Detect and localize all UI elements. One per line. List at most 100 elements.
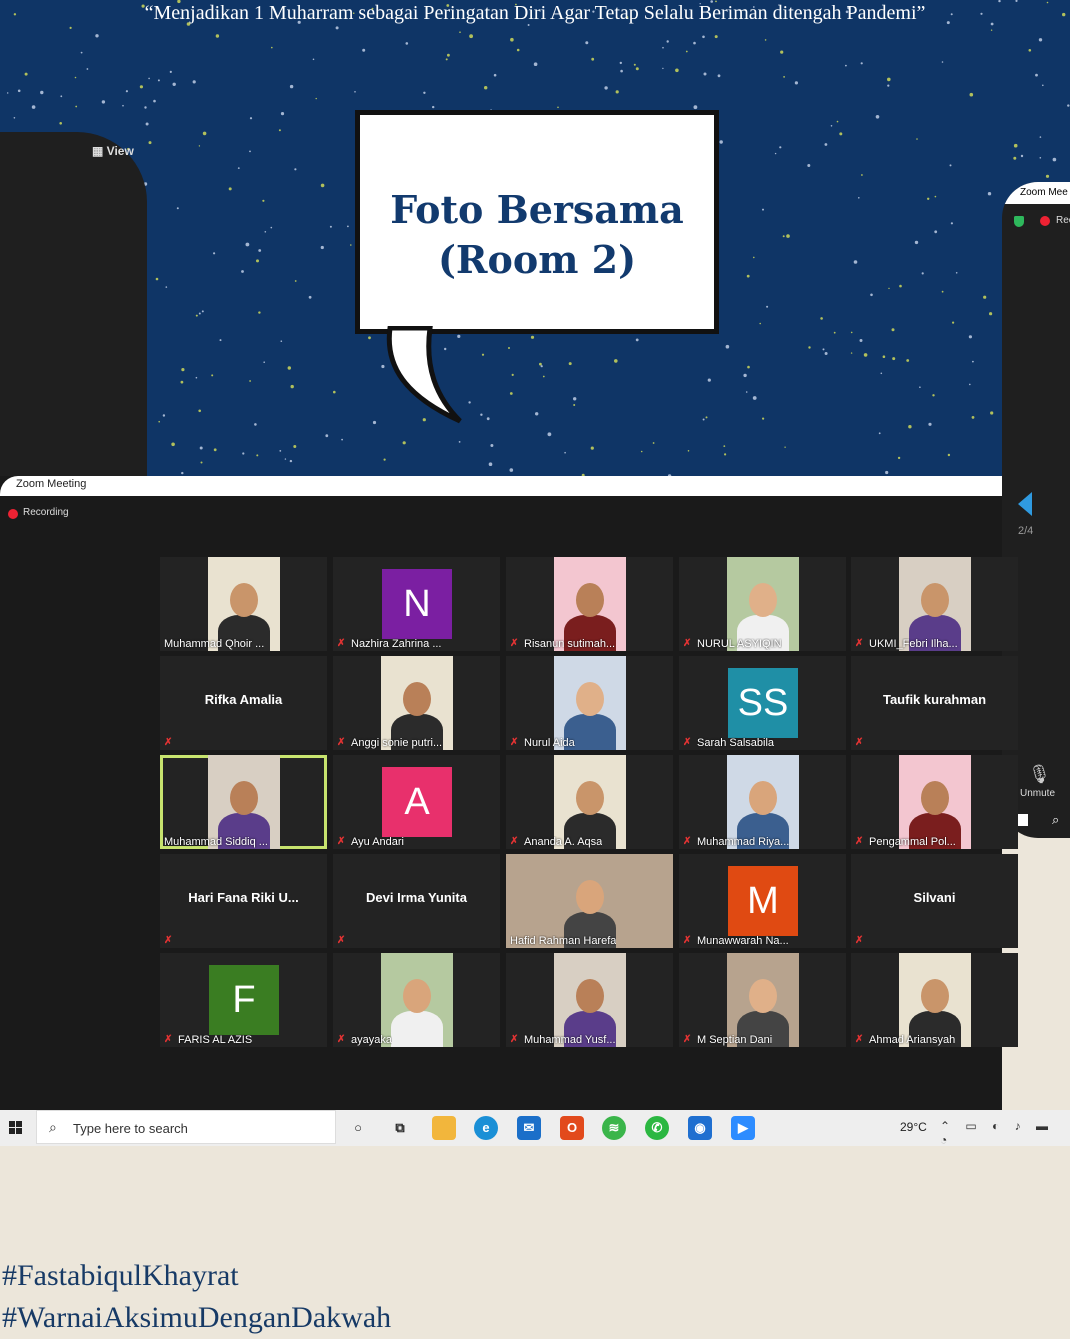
- participant-name: Hafid Rahman Harefa: [510, 935, 617, 947]
- view-button[interactable]: ▦ View: [92, 144, 134, 158]
- participant-head: [748, 781, 777, 815]
- participant-video: [553, 557, 626, 651]
- participant-display-name: Hari Fana Riki U...: [188, 890, 299, 905]
- participant-tile[interactable]: ✗ Nurul Aida: [506, 656, 673, 750]
- unmute-button[interactable]: Unmute: [1020, 788, 1055, 799]
- mic-muted-icon: ✗: [164, 935, 173, 946]
- participant-name: Anggi sonie putri...: [351, 737, 443, 749]
- start-button[interactable]: [9, 1121, 23, 1135]
- mic-muted-icon: ✗: [855, 935, 864, 946]
- search-placeholder: Type here to search: [73, 1121, 188, 1136]
- participant-tile[interactable]: ✗ Muhammad Yusf...: [506, 953, 673, 1047]
- participant-head: [575, 979, 604, 1013]
- participant-tile[interactable]: N ✗ Nazhira Zahrina ...: [333, 557, 500, 651]
- search-icon[interactable]: ⌕: [1052, 812, 1059, 828]
- previous-page-arrow-icon[interactable]: [1018, 492, 1032, 516]
- participant-video: [207, 557, 280, 651]
- mic-muted-icon: ✗: [855, 638, 864, 649]
- participant-avatar-letter: F: [209, 965, 279, 1035]
- participant-tile[interactable]: M ✗ Munawwarah Na...: [679, 854, 846, 948]
- participant-head: [748, 979, 777, 1013]
- participant-tile[interactable]: ✗ M Septian Dani: [679, 953, 846, 1047]
- participant-tile[interactable]: Hari Fana Riki U... ✗: [160, 854, 327, 948]
- participant-video: [380, 953, 453, 1047]
- participant-name: NURUL ASYIQIN: [697, 638, 782, 650]
- participant-tile[interactable]: ✗ Risanun sutimah...: [506, 557, 673, 651]
- file-explorer-icon[interactable]: [432, 1116, 456, 1140]
- participant-tile[interactable]: ✗ Anggi sonie putri...: [333, 656, 500, 750]
- mic-muted-icon: ✗: [683, 737, 692, 748]
- mic-muted-icon: ✗: [510, 638, 519, 649]
- mic-muted-icon: ✗: [855, 1034, 864, 1045]
- participant-tile[interactable]: ✗ Muhammad Riya...: [679, 755, 846, 849]
- participant-display-name: Taufik kurahman: [882, 692, 987, 707]
- participant-tile[interactable]: ✗ NURUL ASYIQIN: [679, 557, 846, 651]
- participant-tile[interactable]: ✗ UKMI_Febri Ilha...: [851, 557, 1018, 651]
- participant-video: [898, 557, 971, 651]
- participant-tile[interactable]: Muhammad Qhoir ...: [160, 557, 327, 651]
- zoom-app-icon[interactable]: ▶: [731, 1116, 755, 1140]
- speech-bubble: Foto Bersama (Room 2): [355, 110, 719, 334]
- participant-tile[interactable]: ✗ ayayaka: [333, 953, 500, 1047]
- bubble-tail: [386, 326, 462, 424]
- mic-muted-icon[interactable]: 🎙: [1028, 764, 1051, 785]
- windows-taskbar: ⌕ Type here to search ○ ⧉ e ✉ O ≋ ✆ ◉ ▶ …: [0, 1110, 1070, 1147]
- mail-icon[interactable]: ✉: [517, 1116, 541, 1140]
- participant-video: [553, 755, 626, 849]
- participant-head: [920, 979, 949, 1013]
- participant-tile[interactable]: SS ✗ Sarah Salsabila: [679, 656, 846, 750]
- shield-icon: [1014, 216, 1024, 227]
- mic-muted-icon: ✗: [164, 1034, 173, 1045]
- participant-video: [898, 953, 971, 1047]
- participant-video: [553, 656, 626, 750]
- page-indicator: 2/4: [1018, 525, 1034, 537]
- spotify-icon[interactable]: ≋: [602, 1116, 626, 1140]
- participant-tile[interactable]: Rifka Amalia ✗: [160, 656, 327, 750]
- participant-name: ayayaka: [351, 1034, 392, 1046]
- participant-avatar-letter: N: [382, 569, 452, 639]
- participant-name: Munawwarah Na...: [697, 935, 789, 947]
- hashtags: #FastabiqulKhayrat #WarnaiAksimuDenganDa…: [2, 1255, 391, 1339]
- participant-name: FARIS AL AZIS: [178, 1034, 253, 1046]
- taskbar-search[interactable]: ⌕ Type here to search: [36, 1110, 336, 1144]
- participant-name: Nurul Aida: [524, 737, 575, 749]
- participant-tile[interactable]: ✗ Ahmad Ariansyah: [851, 953, 1018, 1047]
- bubble-text: Foto Bersama (Room 2): [360, 185, 714, 285]
- mic-muted-icon: ✗: [337, 638, 346, 649]
- mic-muted-icon: ✗: [164, 737, 173, 748]
- office-icon[interactable]: O: [560, 1116, 584, 1140]
- participant-name: Nazhira Zahrina ...: [351, 638, 442, 650]
- participant-tile[interactable]: Devi Irma Yunita ✗: [333, 854, 500, 948]
- edge-icon[interactable]: e: [474, 1116, 498, 1140]
- bubble-line-1: Foto Bersama: [390, 187, 684, 232]
- whatsapp-icon[interactable]: ✆: [645, 1116, 669, 1140]
- participant-tile[interactable]: Hafid Rahman Harefa: [506, 854, 673, 948]
- cortana-icon[interactable]: ○: [346, 1116, 370, 1140]
- zoom-titlebar: Zoom Meeting: [0, 476, 1002, 496]
- participant-name: M Septian Dani: [697, 1034, 773, 1046]
- participant-tile[interactable]: ✗ Ananda A. Aqsa: [506, 755, 673, 849]
- mic-muted-icon: ✗: [337, 836, 346, 847]
- participant-tile[interactable]: Taufik kurahman ✗: [851, 656, 1018, 750]
- participant-video: [207, 755, 280, 849]
- system-tray-icons[interactable]: ⌃ ▭ ◐ ♪ ▬ ◔: [940, 1119, 1070, 1147]
- bubble-line-2: (Room 2): [437, 237, 637, 282]
- banner-title: “Menjadikan 1 Muharram sebagai Peringata…: [144, 2, 926, 24]
- participant-tile[interactable]: Silvani ✗: [851, 854, 1018, 948]
- mic-muted-icon: ✗: [683, 935, 692, 946]
- participant-name: Ahmad Ariansyah: [869, 1034, 956, 1046]
- task-view-icon[interactable]: ⧉: [388, 1116, 412, 1140]
- participant-tile[interactable]: F ✗ FARIS AL AZIS: [160, 953, 327, 1047]
- mic-muted-icon: ✗: [337, 1034, 346, 1045]
- participant-head: [402, 682, 431, 716]
- participant-video: [898, 755, 971, 849]
- participant-tile[interactable]: ✗ Pengammal Pol...: [851, 755, 1018, 849]
- participant-name: Muhammad Siddiq ...: [164, 836, 268, 848]
- weather-temperature[interactable]: 29°C: [900, 1120, 927, 1134]
- participant-tile[interactable]: A ✗ Ayu Andari: [333, 755, 500, 849]
- participant-tile[interactable]: Muhammad Siddiq ...: [160, 755, 327, 849]
- participant-body: [390, 1011, 443, 1047]
- participant-name: Muhammad Qhoir ...: [164, 638, 265, 650]
- camera-app-icon[interactable]: ◉: [688, 1116, 712, 1140]
- participant-display-name: Rifka Amalia: [204, 692, 283, 707]
